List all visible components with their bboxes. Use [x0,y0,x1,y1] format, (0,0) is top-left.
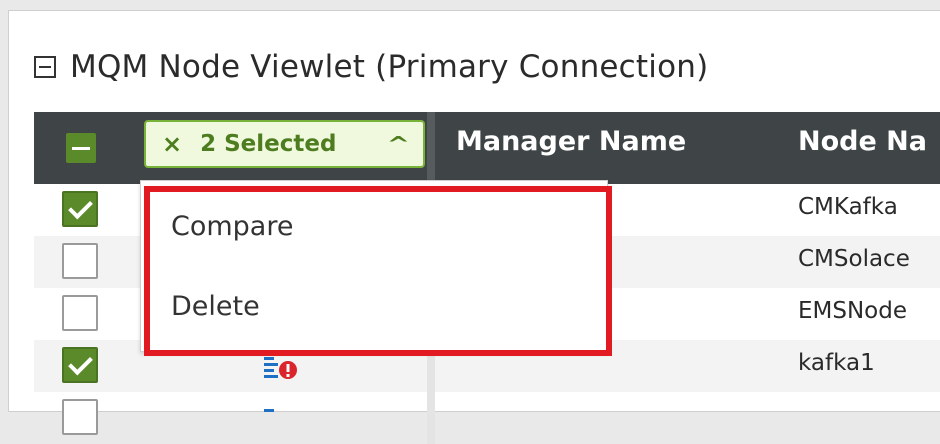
viewlet-title: MQM Node Viewlet (Primary Connection) [70,49,709,85]
selection-dropdown-button[interactable]: × 2 Selected ^ [144,120,425,168]
column-divider [427,392,435,444]
viewlet-title-row: MQM Node Viewlet (Primary Connection) [34,44,708,90]
row-checkbox[interactable] [62,399,98,435]
menu-item-compare[interactable]: Compare [171,211,293,242]
column-header-manager-name[interactable]: Manager Name [456,126,686,157]
row-checkbox[interactable] [62,243,98,279]
node-status-icon [264,409,274,412]
table-row[interactable] [34,392,940,444]
column-header-node-name[interactable]: Node Na [798,126,927,157]
selection-count-label: 2 Selected [200,131,337,157]
clear-selection-icon[interactable]: × [162,130,182,158]
selection-actions-menu: Compare Delete [140,180,608,352]
row-checkbox[interactable] [62,295,98,331]
node-name-cell: CMSolace [798,246,910,272]
node-name-cell: EMSNode [798,298,908,324]
row-checkbox[interactable] [62,347,98,383]
column-divider[interactable] [427,112,435,184]
collapse-icon[interactable] [34,56,56,78]
menu-item-delete[interactable]: Delete [171,291,260,322]
table-header: × 2 Selected ^ Manager Name Node Na [34,112,940,184]
select-all-checkbox[interactable] [66,133,96,163]
row-checkbox[interactable] [62,191,98,227]
node-name-cell: CMKafka [798,194,898,220]
node-error-status-icon [264,357,297,379]
chevron-up-icon: ^ [386,132,411,156]
node-name-cell: kafka1 [798,350,875,376]
